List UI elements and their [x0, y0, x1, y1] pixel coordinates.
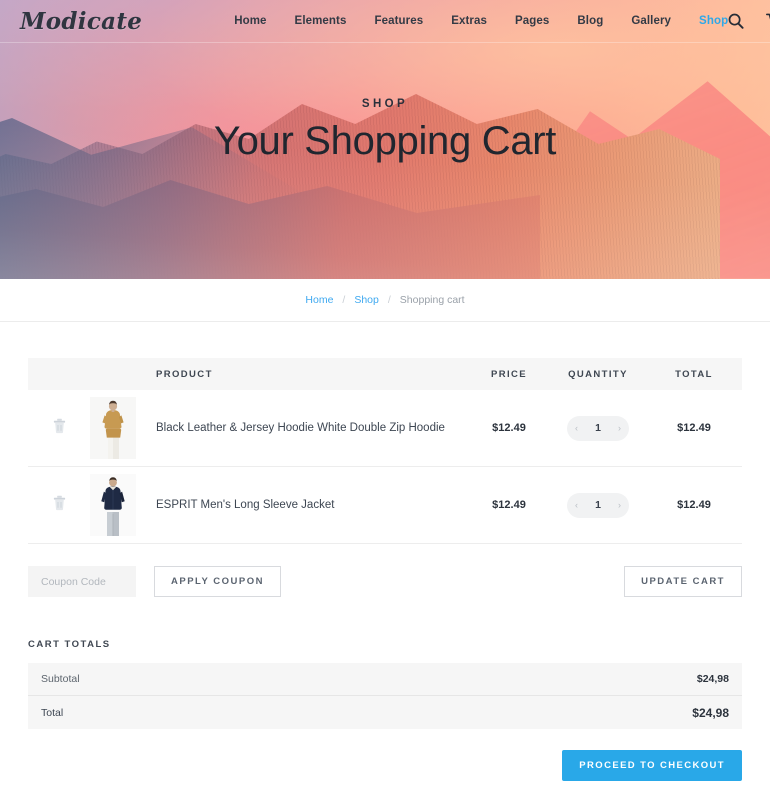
trash-icon	[53, 495, 66, 516]
breadcrumb-current: Shopping cart	[399, 294, 465, 306]
remove-item-button[interactable]	[28, 418, 90, 439]
subtotal-label: Subtotal	[41, 673, 80, 685]
product-thumbnail[interactable]	[90, 397, 136, 459]
quantity-cell: ‹ 1 ›	[550, 415, 646, 441]
proceed-to-checkout-button[interactable]: PROCEED TO CHECKOUT	[562, 750, 742, 781]
nav-item-features[interactable]: Features	[374, 15, 423, 27]
quantity-cell: ‹ 1 ›	[550, 492, 646, 518]
quantity-value[interactable]: 1	[595, 499, 601, 511]
product-price: $12.49	[492, 499, 526, 511]
breadcrumb-home[interactable]: Home	[305, 294, 333, 306]
coupon-input[interactable]	[28, 566, 136, 597]
shopping-cart-page: Modicate Home Elements Features Extras P…	[0, 0, 770, 789]
quantity-decrement-icon[interactable]: ‹	[575, 423, 578, 433]
breadcrumb-shop[interactable]: Shop	[354, 294, 379, 306]
breadcrumb-separator: /	[342, 294, 346, 306]
nav-item-extras[interactable]: Extras	[451, 15, 487, 27]
subtotal-value: $24,98	[696, 673, 729, 685]
header-product: PRODUCT	[156, 368, 213, 380]
shopping-cart-icon[interactable]	[766, 13, 770, 29]
quantity-stepper[interactable]: ‹ 1 ›	[567, 415, 629, 441]
coupon-row: APPLY COUPON UPDATE CART	[28, 566, 742, 597]
main-navigation: Modicate Home Elements Features Extras P…	[0, 0, 770, 43]
cart-table-header: PRODUCT PRICE QUANTITY TOTAL	[28, 358, 742, 390]
product-name-cell: Black Leather & Jersey Hoodie White Doub…	[146, 419, 468, 438]
breadcrumb: Home / Shop / Shopping cart	[0, 279, 770, 322]
hero-eyebrow: SHOP	[361, 98, 409, 110]
total-value: $24,98	[692, 705, 729, 720]
header-price: PRICE	[490, 368, 528, 380]
site-logo[interactable]: Modicate	[20, 8, 142, 35]
cart-totals-table: Subtotal $24,98 Total $24,98	[28, 663, 742, 729]
hero-copy: SHOP Your Shopping Cart	[0, 98, 770, 163]
quantity-decrement-icon[interactable]: ‹	[575, 500, 578, 510]
quantity-stepper[interactable]: ‹ 1 ›	[567, 492, 629, 518]
product-price: $12.49	[492, 422, 526, 434]
quantity-increment-icon[interactable]: ›	[618, 423, 621, 433]
header-total: TOTAL	[675, 368, 713, 380]
product-name[interactable]: Black Leather & Jersey Hoodie White Doub…	[156, 419, 468, 438]
hero-banner: Modicate Home Elements Features Extras P…	[0, 0, 770, 279]
remove-item-button[interactable]	[28, 495, 90, 516]
apply-coupon-button[interactable]: APPLY COUPON	[154, 566, 281, 597]
total-label: Total	[41, 706, 64, 719]
quantity-increment-icon[interactable]: ›	[618, 500, 621, 510]
quantity-value[interactable]: 1	[595, 422, 601, 434]
nav-item-blog[interactable]: Blog	[577, 15, 603, 27]
breadcrumb-separator: /	[387, 294, 391, 306]
product-thumbnail-cell	[90, 474, 146, 536]
page-title: Your Shopping Cart	[213, 119, 557, 163]
nav-item-pages[interactable]: Pages	[515, 15, 549, 27]
nav-item-home[interactable]: Home	[234, 15, 266, 27]
update-cart-button[interactable]: UPDATE CART	[624, 566, 742, 597]
cart-item-row: ESPRIT Men's Long Sleeve Jacket $12.49 ‹…	[28, 467, 742, 544]
nav-item-gallery[interactable]: Gallery	[631, 15, 671, 27]
nav-item-elements[interactable]: Elements	[295, 15, 347, 27]
header-quantity: QUANTITY	[568, 368, 628, 380]
nav-links: Home Elements Features Extras Pages Blog…	[234, 15, 728, 27]
cart-totals-title: CART TOTALS	[28, 639, 111, 650]
cart-content: PRODUCT PRICE QUANTITY TOTAL Black Leath…	[0, 358, 770, 781]
trash-icon	[53, 418, 66, 439]
product-name-cell: ESPRIT Men's Long Sleeve Jacket	[146, 496, 468, 515]
totals-row-subtotal: Subtotal $24,98	[28, 663, 742, 696]
search-icon[interactable]	[728, 13, 744, 29]
product-total: $12.49	[677, 422, 711, 434]
cart-item-row: Black Leather & Jersey Hoodie White Doub…	[28, 390, 742, 467]
product-total: $12.49	[677, 499, 711, 511]
product-thumbnail[interactable]	[90, 474, 136, 536]
product-thumbnail-cell	[90, 397, 146, 459]
checkout-row: PROCEED TO CHECKOUT	[28, 750, 742, 781]
product-name[interactable]: ESPRIT Men's Long Sleeve Jacket	[156, 496, 468, 515]
totals-row-total: Total $24,98	[28, 696, 742, 729]
nav-item-shop[interactable]: Shop	[699, 15, 728, 27]
nav-icon-group	[728, 13, 770, 29]
